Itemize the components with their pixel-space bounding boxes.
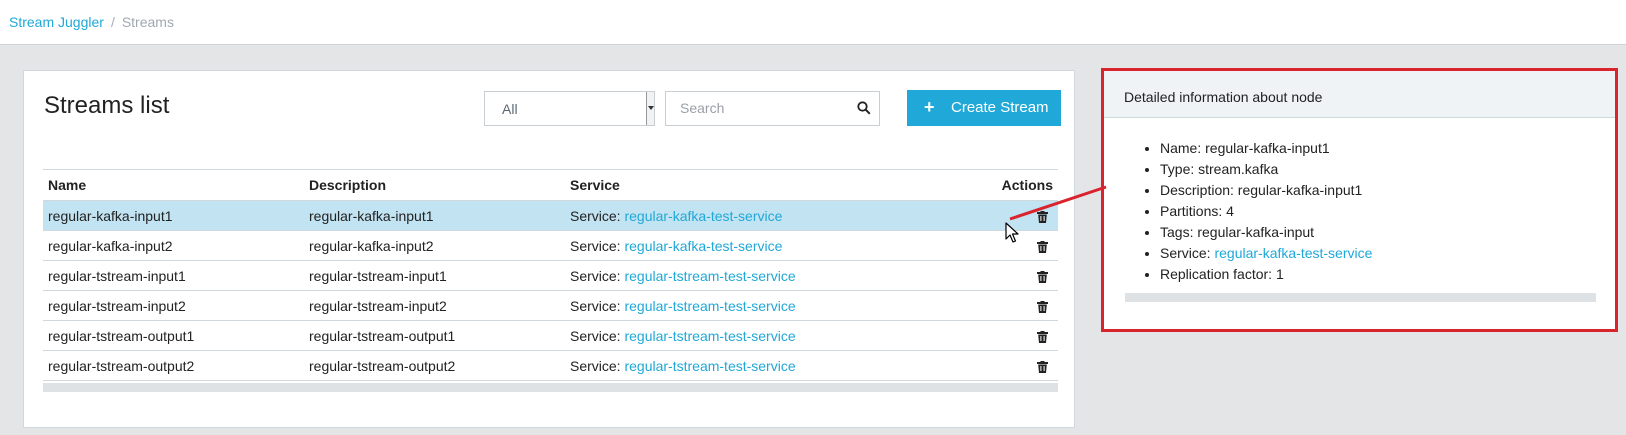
detail-service: Service: regular-kafka-test-service <box>1160 243 1372 264</box>
cell-actions <box>905 230 1058 261</box>
create-stream-label: Create Stream <box>951 99 1049 116</box>
breadcrumb-current: Streams <box>121 14 174 30</box>
filter-select[interactable]: All <box>484 91 655 126</box>
search-box <box>665 91 880 126</box>
table-header-row: Name Description Service Actions <box>43 169 1058 201</box>
plus-icon: + <box>924 97 935 117</box>
cell-description: regular-tstream-output1 <box>304 320 565 351</box>
cell-name: regular-kafka-input2 <box>43 230 304 261</box>
trash-icon[interactable] <box>1037 240 1048 253</box>
search-icon[interactable] <box>857 101 871 115</box>
cell-name: regular-kafka-input1 <box>43 200 304 231</box>
page-title: Streams list <box>44 92 170 119</box>
service-link[interactable]: regular-tstream-test-service <box>624 298 795 314</box>
cell-name: regular-tstream-input1 <box>43 260 304 291</box>
cell-description: regular-kafka-input2 <box>304 230 565 261</box>
table-row[interactable]: regular-kafka-input1 regular-kafka-input… <box>43 200 1058 231</box>
cell-actions <box>905 320 1058 351</box>
cell-service: Service: regular-tstream-test-service <box>565 350 905 381</box>
cell-service: Service: regular-tstream-test-service <box>565 260 905 291</box>
detail-horizontal-scrollbar[interactable] <box>1125 293 1596 302</box>
cell-description: regular-kafka-input1 <box>304 200 565 231</box>
filter-selected-value: All <box>502 101 518 117</box>
service-prefix: Service: <box>570 327 621 344</box>
detail-type: Type: stream.kafka <box>1160 159 1372 180</box>
detail-replication: Replication factor: 1 <box>1160 264 1372 285</box>
streams-table: Name Description Service Actions regular… <box>43 169 1058 381</box>
detail-tags: Tags: regular-kafka-input <box>1160 222 1372 243</box>
detail-description: Description: regular-kafka-input1 <box>1160 180 1372 201</box>
cell-actions <box>905 350 1058 381</box>
table-row[interactable]: regular-tstream-input1 regular-tstream-i… <box>43 260 1058 291</box>
service-prefix: Service: <box>570 237 621 254</box>
table-row[interactable]: regular-tstream-output1 regular-tstream-… <box>43 320 1058 351</box>
cell-name: regular-tstream-input2 <box>43 290 304 321</box>
service-prefix: Service: <box>570 357 621 374</box>
service-link[interactable]: regular-kafka-test-service <box>624 238 782 254</box>
detail-name: Name: regular-kafka-input1 <box>1160 138 1372 159</box>
column-header-description[interactable]: Description <box>304 169 565 201</box>
column-header-service[interactable]: Service <box>565 169 905 201</box>
column-header-actions: Actions <box>905 169 1058 201</box>
trash-icon[interactable] <box>1037 270 1048 283</box>
service-link[interactable]: regular-tstream-test-service <box>624 328 795 344</box>
service-link[interactable]: regular-tstream-test-service <box>624 358 795 374</box>
trash-icon[interactable] <box>1037 300 1048 313</box>
cell-name: regular-tstream-output1 <box>43 320 304 351</box>
cell-actions <box>905 290 1058 321</box>
create-stream-button[interactable]: + Create Stream <box>907 90 1061 126</box>
mouse-cursor-icon <box>1005 222 1019 243</box>
service-prefix: Service: <box>570 267 621 284</box>
detail-card-header: Detailed information about node <box>1104 71 1615 118</box>
top-bar: Stream Juggler / Streams <box>0 0 1626 45</box>
column-header-name[interactable]: Name <box>43 169 304 201</box>
breadcrumb-root-link[interactable]: Stream Juggler <box>9 14 104 30</box>
trash-icon[interactable] <box>1037 360 1048 373</box>
cell-name: regular-tstream-output2 <box>43 350 304 381</box>
service-prefix: Service: <box>570 297 621 314</box>
streams-card: Streams list All + Create Stream Name De… <box>23 70 1075 428</box>
service-link[interactable]: regular-tstream-test-service <box>624 268 795 284</box>
chevron-down-icon[interactable] <box>646 92 654 125</box>
cell-description: regular-tstream-input1 <box>304 260 565 291</box>
table-row[interactable]: regular-tstream-output2 regular-tstream-… <box>43 350 1058 381</box>
cell-description: regular-tstream-output2 <box>304 350 565 381</box>
trash-icon[interactable] <box>1037 210 1048 223</box>
cell-actions <box>905 200 1058 231</box>
detail-service-prefix: Service: <box>1160 245 1211 261</box>
cell-service: Service: regular-kafka-test-service <box>565 230 905 261</box>
cell-description: regular-tstream-input2 <box>304 290 565 321</box>
table-horizontal-scrollbar[interactable] <box>43 383 1058 392</box>
cell-service: Service: regular-tstream-test-service <box>565 320 905 351</box>
detail-service-link[interactable]: regular-kafka-test-service <box>1214 245 1372 261</box>
cell-actions <box>905 260 1058 291</box>
node-detail-card: Detailed information about node Name: re… <box>1101 68 1618 332</box>
table-row[interactable]: regular-kafka-input2 regular-kafka-input… <box>43 230 1058 261</box>
service-prefix: Service: <box>570 207 621 224</box>
cell-service: Service: regular-kafka-test-service <box>565 200 905 231</box>
table-row[interactable]: regular-tstream-input2 regular-tstream-i… <box>43 290 1058 321</box>
cell-service: Service: regular-tstream-test-service <box>565 290 905 321</box>
detail-partitions: Partitions: 4 <box>1160 201 1372 222</box>
detail-list: Name: regular-kafka-input1 Type: stream.… <box>1160 138 1372 285</box>
breadcrumb-separator: / <box>110 14 115 30</box>
service-link[interactable]: regular-kafka-test-service <box>624 208 782 224</box>
search-input[interactable] <box>680 100 850 116</box>
breadcrumb: Stream Juggler / Streams <box>9 14 174 30</box>
trash-icon[interactable] <box>1037 330 1048 343</box>
